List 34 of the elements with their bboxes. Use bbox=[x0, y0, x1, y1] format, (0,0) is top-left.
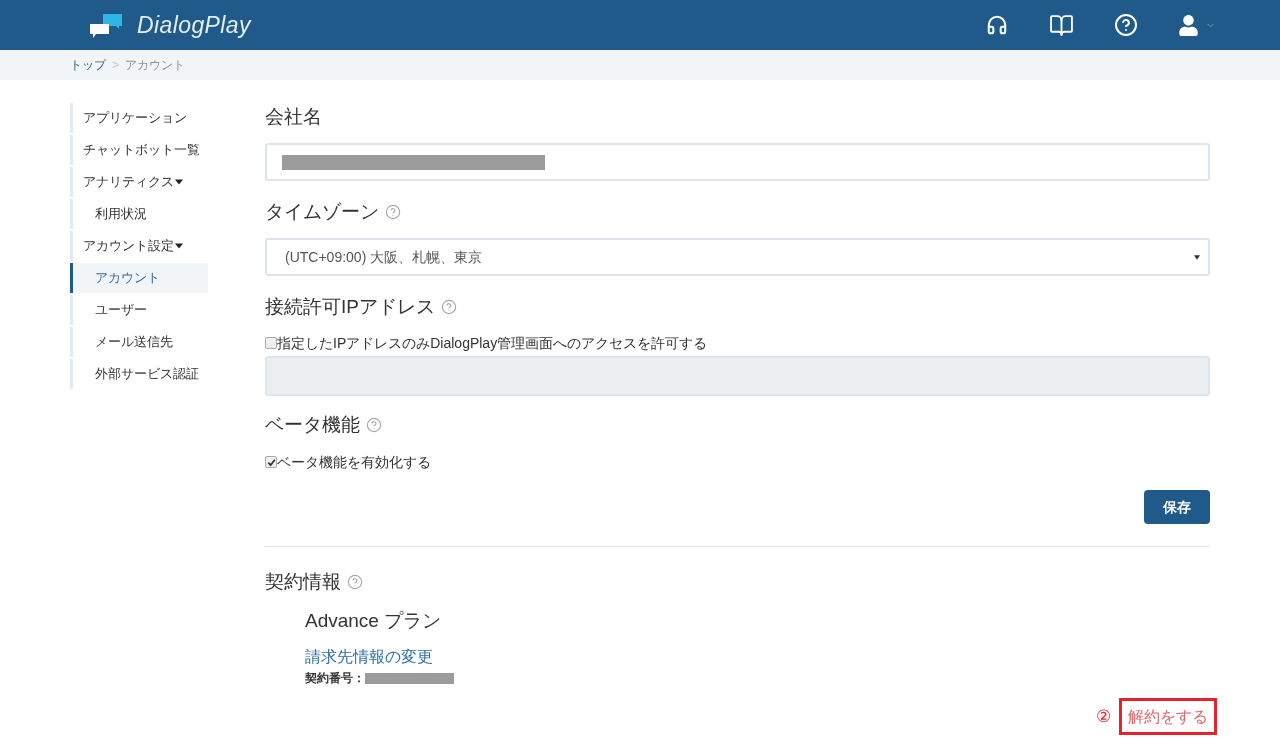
breadcrumb-link[interactable]: トップ bbox=[70, 56, 106, 74]
sidebar-item[interactable]: チャットボット一覧 bbox=[70, 135, 208, 165]
sidebar-item[interactable]: アナリティクス bbox=[70, 167, 208, 197]
user-icon bbox=[1178, 14, 1199, 36]
logo-icon bbox=[90, 14, 122, 38]
timezone-select[interactable]: (UTC+09:00) 大阪、札幌、東京 bbox=[265, 238, 1210, 276]
sidebar-item[interactable]: 利用状況 bbox=[70, 199, 208, 229]
checkbox[interactable] bbox=[265, 337, 277, 349]
caret-icon bbox=[1194, 254, 1200, 260]
sidebar-item[interactable]: アカウント bbox=[70, 263, 208, 293]
sidebar-item[interactable]: 外部サービス認証 bbox=[70, 359, 208, 389]
headphones-icon[interactable] bbox=[986, 14, 1008, 36]
breadcrumb-current: アカウント bbox=[125, 57, 185, 74]
user-menu[interactable] bbox=[1178, 13, 1216, 37]
company-name-input[interactable] bbox=[265, 143, 1210, 181]
sidebar-item[interactable]: アプリケーション bbox=[70, 103, 208, 133]
breadcrumb-separator: > bbox=[112, 57, 119, 74]
checkbox-label: ベータ機能を有効化する bbox=[277, 453, 431, 472]
checkbox[interactable] bbox=[265, 456, 277, 468]
save-button[interactable]: 保存 bbox=[1144, 490, 1210, 524]
section-heading: 契約情報 bbox=[265, 570, 341, 594]
billing-info-link[interactable]: 請求先情報の変更 bbox=[305, 646, 433, 668]
brand-name: DialogPlay bbox=[137, 11, 251, 40]
section-heading: 会社名 bbox=[265, 105, 322, 129]
checkbox-label: 指定したIPアドレスのみDialogPlay管理画面へのアクセスを許可する bbox=[277, 334, 708, 353]
section-heading: タイムゾーン bbox=[265, 200, 379, 224]
contract-number-label: 契約番号： bbox=[305, 670, 365, 687]
sidebar-item[interactable]: メール送信先 bbox=[70, 327, 208, 357]
section-heading: 接続許可IPアドレス bbox=[265, 295, 435, 319]
book-icon[interactable] bbox=[1049, 12, 1074, 38]
sidebar-item[interactable]: ユーザー bbox=[70, 295, 208, 325]
section-heading: ベータ機能 bbox=[265, 413, 360, 437]
annotation-marker: ② bbox=[1096, 706, 1111, 727]
plan-name: Advance プラン bbox=[305, 609, 442, 633]
